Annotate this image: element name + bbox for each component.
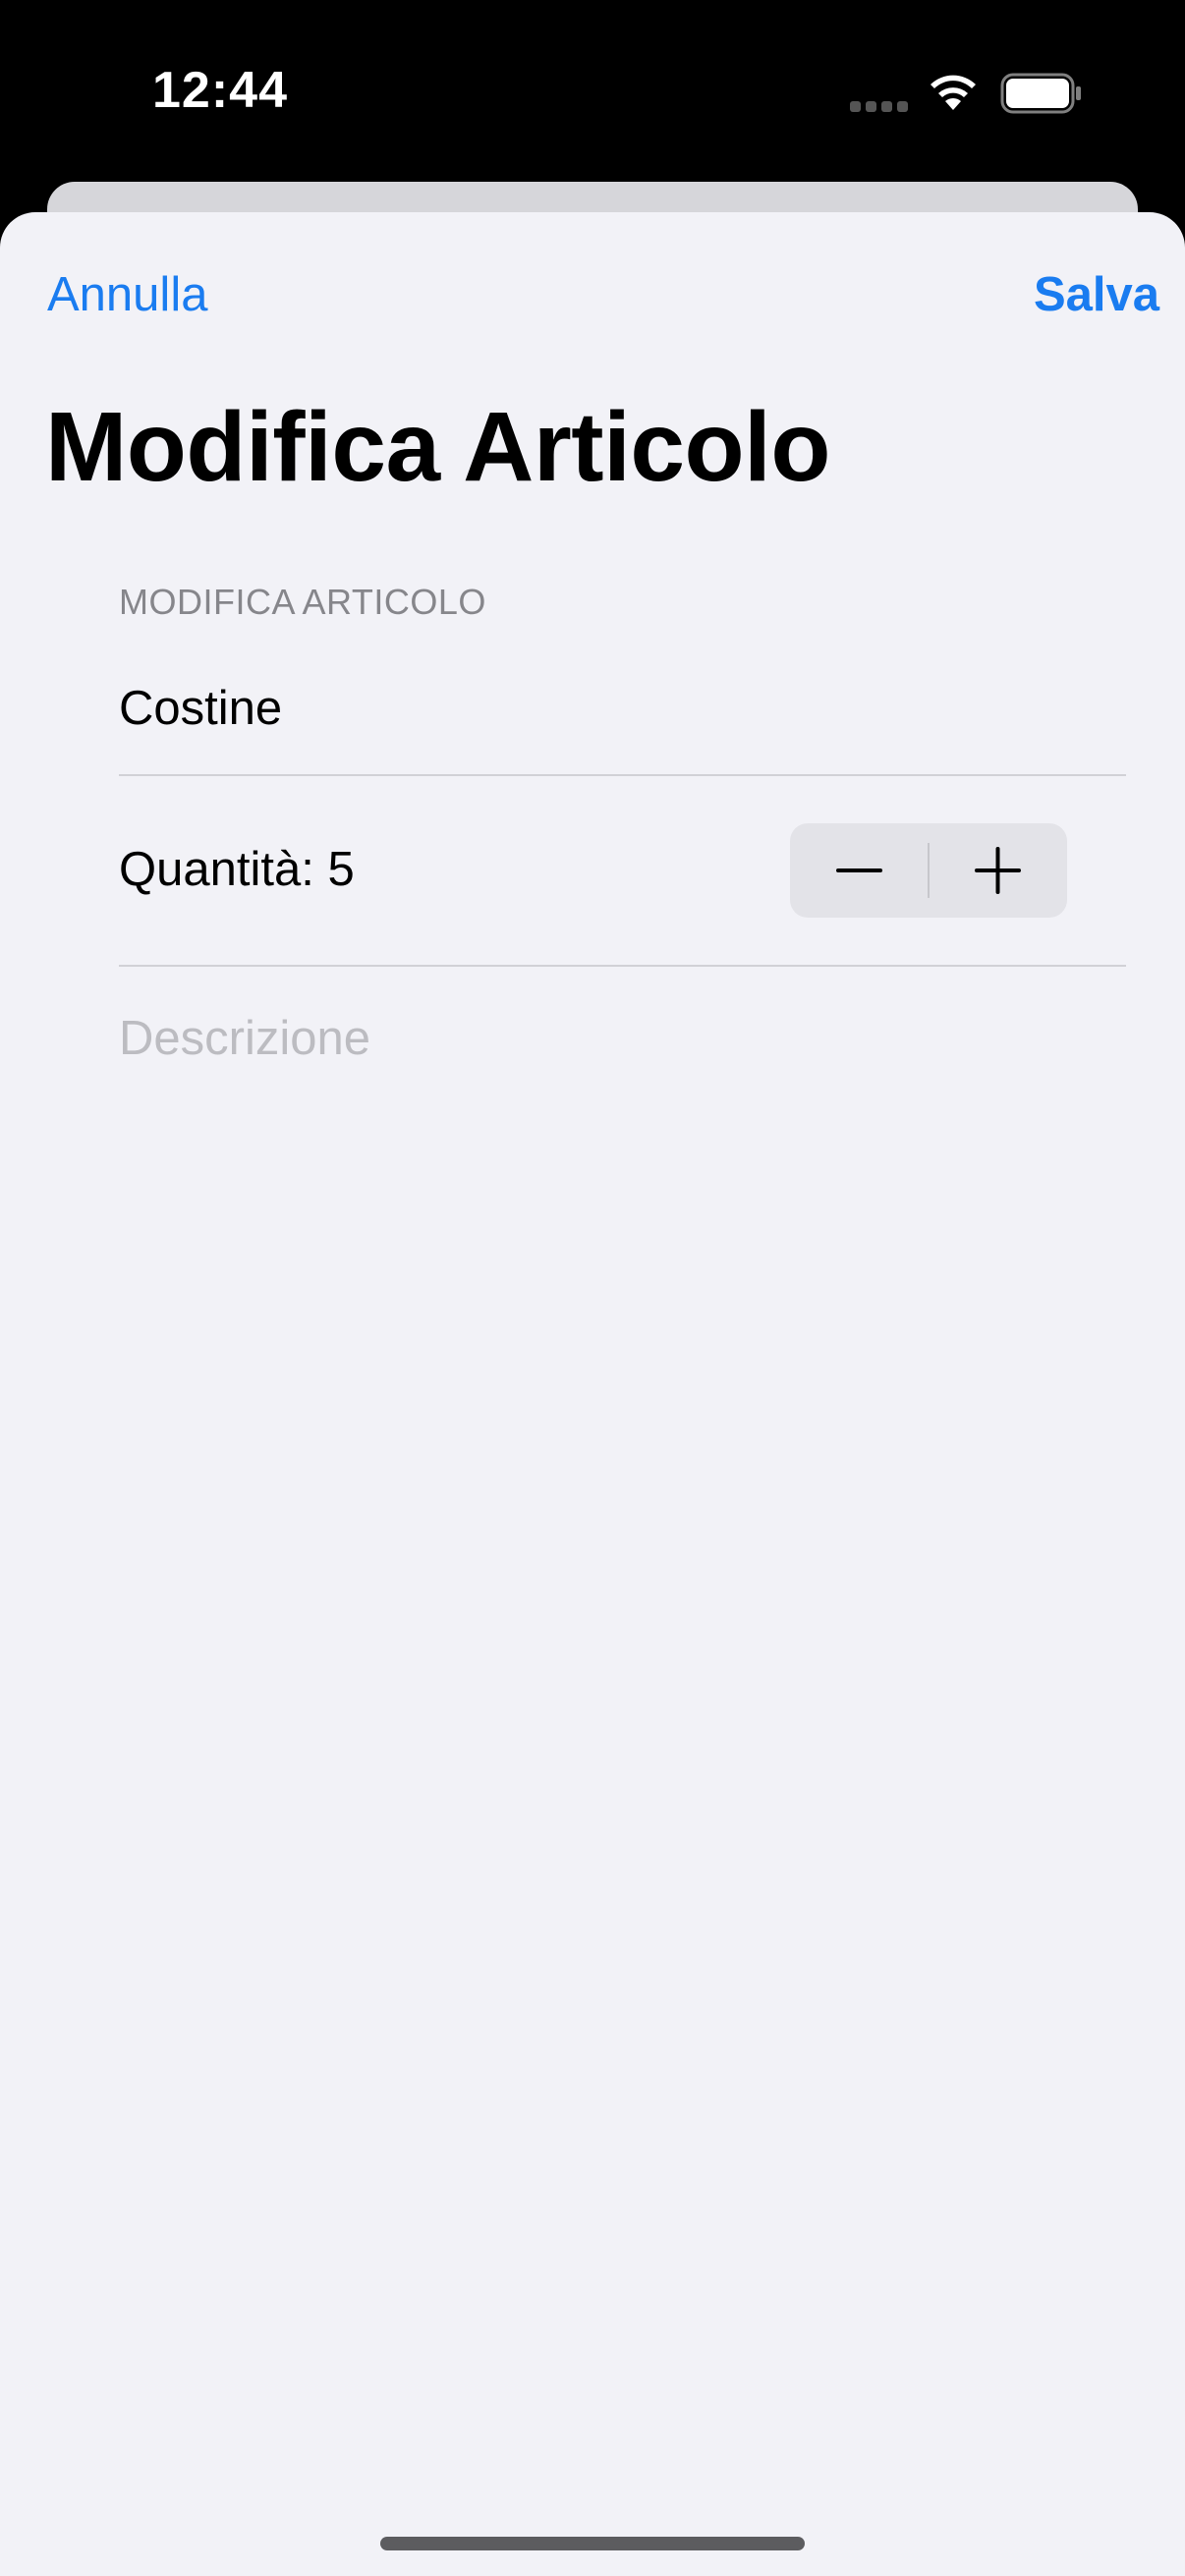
signal-dots-icon xyxy=(850,101,908,112)
quantity-stepper[interactable] xyxy=(790,823,1067,918)
edit-item-form: Quantità: 5 xyxy=(119,644,1126,1104)
name-row xyxy=(119,644,1126,776)
section-header: MODIFICA ARTICOLO xyxy=(119,582,486,622)
screen: 12:44 Annulla Salva Modifica Articolo MO… xyxy=(0,0,1185,2576)
increment-button[interactable] xyxy=(929,823,1067,918)
plus-icon xyxy=(975,847,1021,894)
quantity-label: Quantità: 5 xyxy=(119,843,355,896)
description-field[interactable] xyxy=(119,1004,1101,1073)
save-button[interactable]: Salva xyxy=(1034,267,1159,322)
page-title: Modifica Articolo xyxy=(45,392,830,502)
status-bar: 12:44 xyxy=(0,0,1185,182)
edit-item-sheet: Annulla Salva Modifica Articolo MODIFICA… xyxy=(0,212,1185,2576)
battery-icon xyxy=(1000,73,1081,114)
decrement-button[interactable] xyxy=(790,823,929,918)
description-row xyxy=(119,967,1126,1104)
status-time: 12:44 xyxy=(152,62,288,119)
cancel-button[interactable]: Annulla xyxy=(47,267,207,322)
wifi-icon xyxy=(931,75,976,110)
home-indicator[interactable] xyxy=(380,2537,805,2550)
item-name-field[interactable] xyxy=(119,674,1101,743)
quantity-row: Quantità: 5 xyxy=(119,776,1126,967)
minus-icon xyxy=(836,868,882,872)
